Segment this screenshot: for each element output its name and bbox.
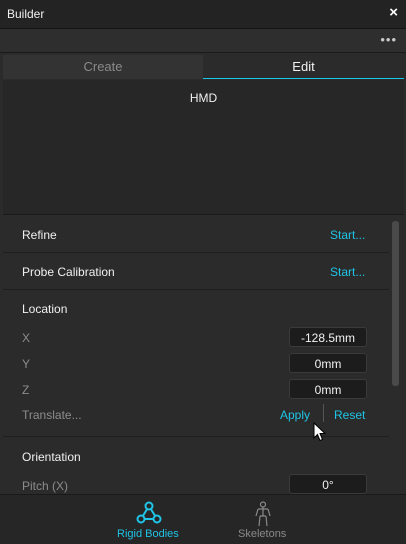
probe-calibration-row: Probe Calibration Start... <box>3 253 389 290</box>
divider <box>3 289 389 290</box>
button-separator <box>323 404 324 422</box>
nav-rigid-bodies-label: Rigid Bodies <box>117 528 179 540</box>
properties-panel: Refine Start... Probe Calibration Start.… <box>3 216 389 494</box>
asset-item-hmd[interactable]: HMD <box>3 91 404 105</box>
tab-create[interactable]: Create <box>3 55 203 79</box>
refine-label: Refine <box>22 228 57 242</box>
location-x-label: X <box>22 331 31 345</box>
refine-start-button[interactable]: Start... <box>330 228 365 242</box>
window-title: Builder <box>7 7 45 21</box>
orientation-heading: Orientation <box>22 450 81 464</box>
scrollbar-thumb[interactable] <box>392 221 399 386</box>
rigid-bodies-icon <box>136 501 162 530</box>
probe-calibration-start-button[interactable]: Start... <box>330 265 365 279</box>
nav-skeletons[interactable]: Skeletons <box>230 495 300 544</box>
probe-calibration-label: Probe Calibration <box>22 265 115 279</box>
translate-label: Translate... <box>22 408 82 422</box>
refine-row: Refine Start... <box>3 216 389 253</box>
asset-list: HMD <box>3 80 404 215</box>
tab-edit[interactable]: Edit <box>203 55 404 79</box>
mouse-cursor-icon <box>313 421 327 447</box>
reset-button[interactable]: Reset <box>334 408 365 422</box>
location-y-label: Y <box>22 357 31 371</box>
bottom-nav: Rigid Bodies Skeletons <box>0 494 406 544</box>
nav-rigid-bodies[interactable]: Rigid Bodies <box>110 495 190 544</box>
close-icon[interactable]: × <box>389 4 398 21</box>
location-z-label: Z <box>22 383 30 397</box>
location-heading: Location <box>22 302 68 316</box>
pitch-label: Pitch (X) <box>22 479 69 493</box>
location-x-field[interactable]: -128.5mm <box>289 327 367 347</box>
divider <box>3 436 389 437</box>
toolbar: ••• <box>0 29 406 53</box>
apply-button[interactable]: Apply <box>280 408 310 422</box>
location-z-field[interactable]: 0mm <box>289 379 367 399</box>
pitch-field[interactable]: 0° <box>289 474 367 494</box>
tab-bar: Create Edit <box>3 55 404 79</box>
title-bar: Builder × <box>0 0 406 29</box>
location-y-field[interactable]: 0mm <box>289 353 367 373</box>
more-options-icon[interactable]: ••• <box>380 32 397 47</box>
nav-skeletons-label: Skeletons <box>238 528 287 540</box>
